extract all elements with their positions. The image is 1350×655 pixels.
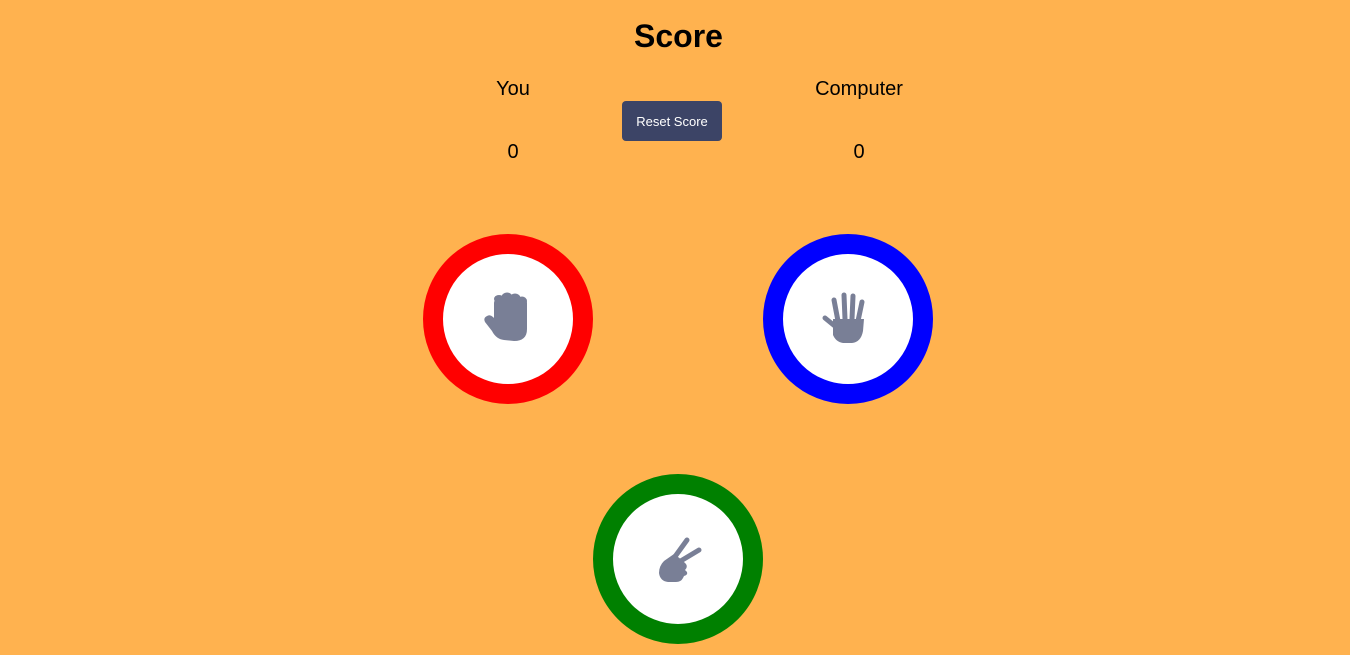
computer-score: 0 — [853, 141, 865, 163]
rock-choice-button[interactable] — [423, 234, 593, 404]
paper-choice-button[interactable] — [763, 234, 933, 404]
player-score: 0 — [507, 141, 519, 163]
reset-score-button[interactable]: Reset Score — [622, 101, 722, 141]
fist-hand-icon — [480, 291, 536, 347]
player-label: You — [496, 78, 530, 100]
scissors-choice-button[interactable] — [593, 474, 763, 644]
scissors-hand-icon — [650, 531, 706, 587]
score-title: Score — [634, 18, 723, 54]
open-hand-icon — [820, 291, 876, 347]
computer-label: Computer — [815, 78, 903, 100]
